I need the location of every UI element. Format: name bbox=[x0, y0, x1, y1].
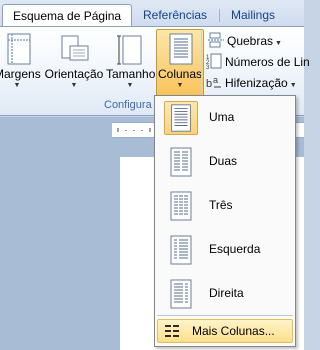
right-column-icon bbox=[170, 279, 192, 309]
menu-separator bbox=[157, 315, 293, 316]
chevron-down-icon: ▼ bbox=[126, 82, 134, 89]
group-label-page-setup: Configura bbox=[104, 99, 152, 111]
tab-separator bbox=[219, 9, 220, 22]
menu-item-two-columns[interactable]: Duas bbox=[158, 142, 292, 182]
page-size-icon bbox=[117, 35, 142, 65]
menu-item-one-column[interactable]: Uma bbox=[158, 98, 292, 138]
menu-item-three-columns[interactable]: Três bbox=[158, 186, 292, 226]
tab-references[interactable]: Referências bbox=[133, 4, 217, 27]
more-columns-label: Mais Colunas... bbox=[192, 324, 275, 338]
three-columns-icon bbox=[170, 191, 192, 221]
orientation-button[interactable]: Orientação ▼ bbox=[44, 30, 104, 94]
menu-item-label: Três bbox=[209, 198, 233, 212]
hyphenation-icon: b a bbox=[206, 75, 221, 90]
chevron-down-icon: ▼ bbox=[176, 82, 184, 89]
line-numbers-label: Números de Lin bbox=[225, 55, 310, 69]
more-columns-button[interactable]: Mais Colunas... bbox=[157, 319, 293, 343]
left-column-icon bbox=[170, 235, 192, 265]
menu-item-label: Duas bbox=[209, 154, 238, 168]
breaks-button[interactable]: Quebras ▼ bbox=[208, 31, 282, 51]
two-columns-icon bbox=[170, 147, 192, 177]
chevron-down-icon: ▼ bbox=[13, 82, 21, 89]
menu-item-right-column[interactable]: Direita bbox=[158, 274, 292, 314]
svg-text:b: b bbox=[206, 78, 212, 90]
margins-icon bbox=[7, 33, 31, 65]
hyphenation-label: Hifenização bbox=[225, 76, 288, 90]
tab-mailings[interactable]: Mailings bbox=[221, 4, 285, 27]
margins-button[interactable]: Margens ▼ bbox=[0, 30, 41, 94]
size-button[interactable]: Tamanho ▼ bbox=[106, 30, 156, 94]
breaks-label: Quebras bbox=[227, 34, 274, 48]
hyphenation-button[interactable]: b a Hifenização ▼ bbox=[206, 73, 297, 93]
menu-item-label: Uma bbox=[209, 110, 235, 124]
chevron-down-icon: ▼ bbox=[275, 40, 282, 47]
one-column-icon bbox=[164, 101, 198, 135]
columns-dropdown-menu: Uma Duas Três Esquerda Direita Mais Colu… bbox=[154, 95, 296, 347]
columns-icon bbox=[169, 33, 193, 65]
columns-button[interactable]: Colunas ▼ bbox=[156, 29, 204, 97]
line-numbers-button[interactable]: 1 2 3 Números de Lin bbox=[206, 52, 310, 72]
menu-item-label: Esquerda bbox=[209, 242, 261, 256]
orientation-icon bbox=[61, 35, 89, 61]
orientation-label: Orientação bbox=[44, 67, 104, 81]
svg-text:a: a bbox=[213, 75, 218, 85]
chevron-down-icon: ▼ bbox=[70, 82, 78, 89]
size-label: Tamanho bbox=[106, 67, 156, 81]
ribbon-tab-strip: Esquema de Página Referências Mailings bbox=[0, 0, 304, 27]
columns-label: Colunas bbox=[157, 67, 203, 81]
margins-label: Margens bbox=[0, 67, 41, 81]
menu-item-label: Direita bbox=[209, 286, 244, 300]
tab-page-layout[interactable]: Esquema de Página bbox=[2, 4, 133, 27]
columns-dialog-icon bbox=[165, 325, 179, 337]
menu-item-left-column[interactable]: Esquerda bbox=[158, 230, 292, 270]
svg-text:3: 3 bbox=[206, 65, 210, 69]
line-numbers-icon: 1 2 3 bbox=[206, 53, 222, 69]
page-break-icon bbox=[208, 32, 224, 48]
chevron-down-icon: ▼ bbox=[289, 82, 297, 89]
